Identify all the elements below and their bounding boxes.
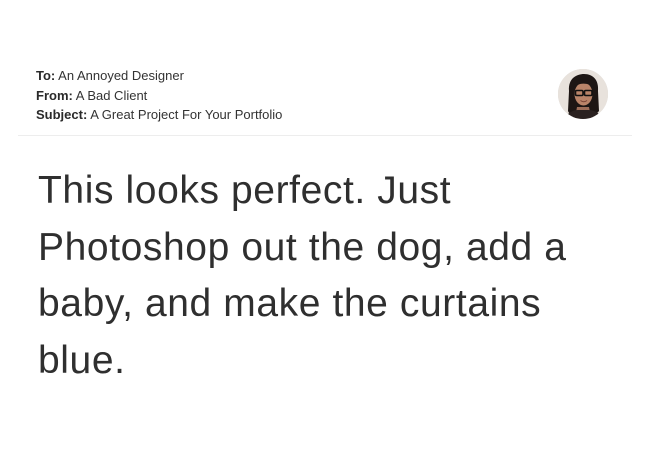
subject-value: A Great Project For Your Portfolio [90, 107, 283, 122]
from-value: A Bad Client [75, 87, 148, 103]
subject-label: Subject: [36, 107, 88, 122]
to-value: An Annoyed Designer [58, 68, 184, 83]
from-label: From: [36, 87, 73, 103]
email-body: This looks perfect. Just Photoshop out t… [38, 163, 628, 389]
body-line: blue. [38, 338, 126, 382]
body-line: This looks perfect. Just [38, 169, 452, 212]
to-label: To: [36, 68, 56, 83]
to-line: To: An Annoyed Designer [36, 66, 596, 86]
avatar[interactable] [558, 69, 608, 119]
body-line: Photoshop out the dog, add a [38, 225, 567, 269]
body-line: baby, and make the curtains [38, 282, 542, 325]
subject-line: Subject: A Great Project For Your Portfo… [36, 105, 596, 125]
email-header: To: An Annoyed Designer From: A Bad Clie… [36, 66, 596, 125]
from-line: From: A Bad Client [36, 86, 596, 106]
header-divider [18, 135, 632, 136]
profile-photo-icon [558, 69, 608, 119]
email-view: To: An Annoyed Designer From: A Bad Clie… [0, 0, 650, 451]
